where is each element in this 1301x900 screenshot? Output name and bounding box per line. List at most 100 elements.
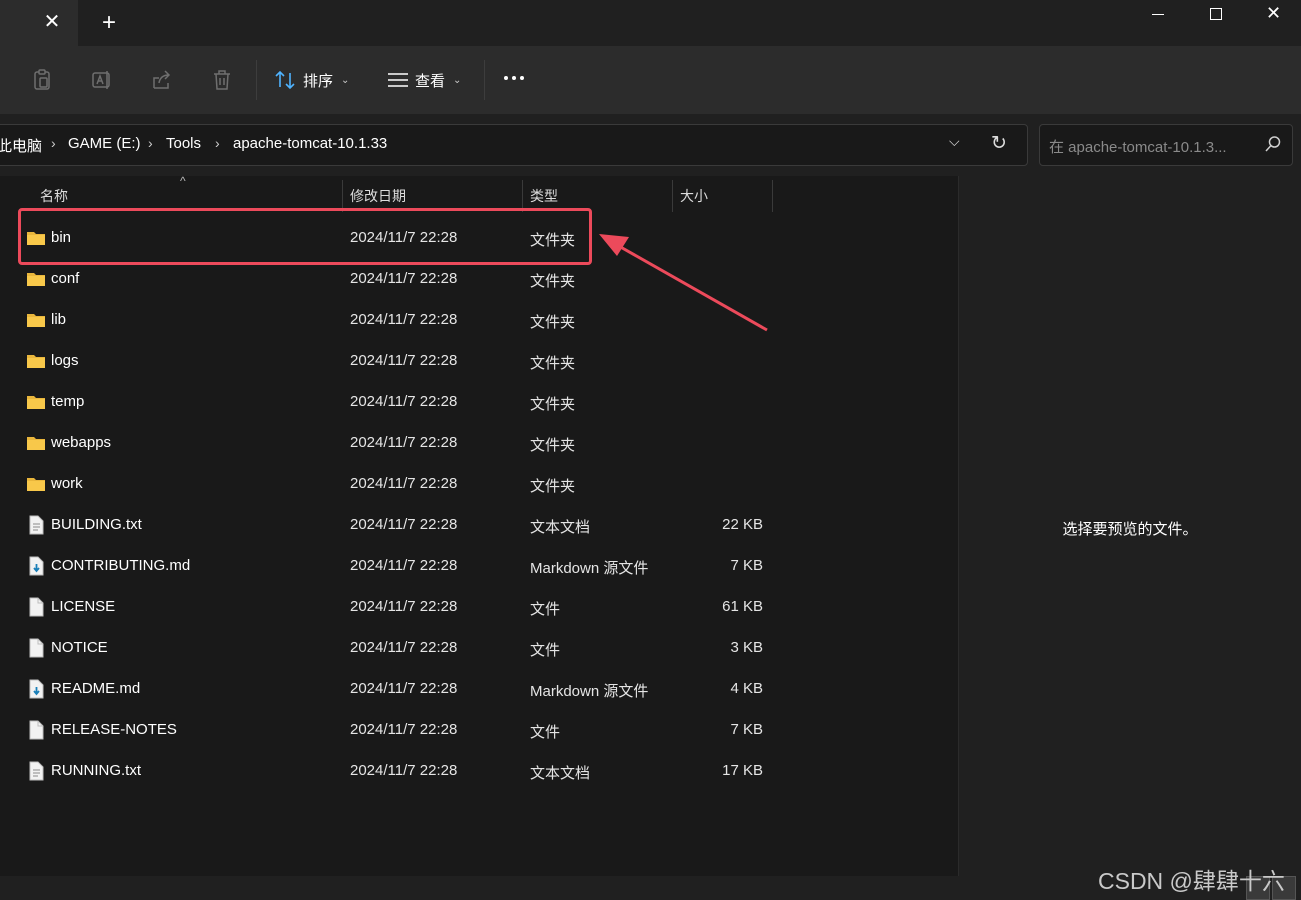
file-type: Markdown 源文件 xyxy=(530,560,649,577)
file-type: 文件 xyxy=(530,601,561,618)
column-header-name[interactable]: 名称 xyxy=(40,186,68,206)
file-type: 文件夹 xyxy=(530,355,576,372)
rename-icon[interactable] xyxy=(90,68,114,92)
file-row[interactable]: RELEASE-NOTES 2024/11/7 22:28 文件 7 KB xyxy=(0,709,958,750)
more-options-button[interactable] xyxy=(504,76,524,80)
file-date: 2024/11/7 22:28 xyxy=(350,680,458,697)
watermark-text: CSDN @肆肆十六 xyxy=(1098,868,1285,894)
file-date: 2024/11/7 22:28 xyxy=(350,762,458,779)
column-header-size[interactable]: 大小 xyxy=(680,186,708,206)
file-row[interactable]: temp 2024/11/7 22:28 文件夹 xyxy=(0,381,958,422)
file-name: webapps xyxy=(51,434,112,451)
search-input[interactable]: 在 apache-tomcat-10.1.3... xyxy=(1039,124,1293,166)
highlight-box xyxy=(18,208,592,265)
file-name: BUILDING.txt xyxy=(51,516,142,533)
preview-pane: 选择要预览的文件。 xyxy=(959,176,1301,876)
folder-icon xyxy=(27,273,45,286)
file-date: 2024/11/7 22:28 xyxy=(350,721,458,738)
file-type: 文本文档 xyxy=(530,765,591,782)
file-row[interactable]: README.md 2024/11/7 22:28 Markdown 源文件 4 KB xyxy=(0,668,958,709)
file-type: 文件夹 xyxy=(530,314,576,331)
delete-icon[interactable] xyxy=(210,68,234,92)
sort-button[interactable]: 排序 ⌄ xyxy=(275,66,349,94)
file-type: 文件 xyxy=(530,724,561,741)
file-date: 2024/11/7 22:28 xyxy=(350,352,458,369)
minimize-icon xyxy=(1152,14,1164,15)
refresh-icon[interactable]: ↻ xyxy=(991,132,1007,155)
chevron-down-icon: ⌄ xyxy=(341,74,350,86)
address-row: 此电脑 › GAME (E:) › Tools › apache-tomcat-… xyxy=(0,114,1301,176)
chevron-right-icon[interactable]: › xyxy=(148,135,153,151)
breadcrumb-tools[interactable]: Tools xyxy=(166,135,201,152)
breadcrumb-this-pc[interactable]: 此电脑 xyxy=(0,135,42,156)
file-row[interactable]: NOTICE 2024/11/7 22:28 文件 3 KB xyxy=(0,627,958,668)
folder-icon xyxy=(27,478,45,491)
maximize-button[interactable] xyxy=(1186,0,1244,30)
chevron-right-icon[interactable]: › xyxy=(215,135,220,151)
file-row[interactable]: CONTRIBUTING.md 2024/11/7 22:28 Markdown 源… xyxy=(0,545,958,586)
file-date: 2024/11/7 22:28 xyxy=(350,475,458,492)
view-icon xyxy=(388,73,408,87)
column-header-type[interactable]: 类型 xyxy=(530,186,558,206)
column-divider[interactable] xyxy=(672,180,673,212)
search-icon[interactable] xyxy=(1264,135,1282,153)
file-name: NOTICE xyxy=(51,639,108,656)
file-size: 7 KB xyxy=(730,721,763,738)
chevron-right-icon[interactable]: › xyxy=(51,135,56,151)
file-name: RELEASE-NOTES xyxy=(51,721,177,738)
paste-icon[interactable] xyxy=(30,68,54,92)
file-row[interactable]: LICENSE 2024/11/7 22:28 文件 61 KB xyxy=(0,586,958,627)
file-row[interactable]: lib 2024/11/7 22:28 文件夹 xyxy=(0,299,958,340)
command-bar: 排序 ⌄ 查看 ⌄ xyxy=(0,46,1301,114)
file-size: 4 KB xyxy=(730,680,763,697)
file-row[interactable]: RUNNING.txt 2024/11/7 22:28 文本文档 17 KB xyxy=(0,750,958,791)
file-date: 2024/11/7 22:28 xyxy=(350,434,458,451)
file-name: conf xyxy=(51,270,80,287)
file-icon xyxy=(29,720,44,740)
file-type: 文件夹 xyxy=(530,396,576,413)
sort-ascending-icon: ^ xyxy=(180,174,186,188)
breadcrumb-current-folder[interactable]: apache-tomcat-10.1.33 xyxy=(233,135,387,152)
annotation-arrow xyxy=(599,234,768,332)
search-placeholder: 在 apache-tomcat-10.1.3... xyxy=(1049,139,1227,156)
file-size: 7 KB xyxy=(730,557,763,574)
folder-icon xyxy=(27,396,45,409)
file-date: 2024/11/7 22:28 xyxy=(350,557,458,574)
file-type: Markdown 源文件 xyxy=(530,683,649,700)
file-size: 3 KB xyxy=(730,639,763,656)
file-row[interactable]: webapps 2024/11/7 22:28 文件夹 xyxy=(0,422,958,463)
file-name: CONTRIBUTING.md xyxy=(51,557,191,574)
column-header-date[interactable]: 修改日期 xyxy=(350,186,406,206)
minimize-button[interactable] xyxy=(1128,0,1186,30)
file-name: temp xyxy=(51,393,85,410)
file-row[interactable]: work 2024/11/7 22:28 文件夹 xyxy=(0,463,958,504)
markdown-file-icon xyxy=(29,556,44,576)
address-bar[interactable]: 此电脑 › GAME (E:) › Tools › apache-tomcat-… xyxy=(0,124,1028,166)
folder-icon xyxy=(27,314,45,327)
chevron-down-icon[interactable]: ⌵ xyxy=(949,133,960,150)
folder-icon xyxy=(27,355,45,368)
file-row[interactable]: BUILDING.txt 2024/11/7 22:28 文本文档 22 KB xyxy=(0,504,958,545)
file-name: LICENSE xyxy=(51,598,116,615)
column-divider[interactable] xyxy=(772,180,773,212)
file-name: logs xyxy=(51,352,79,369)
file-type: 文件夹 xyxy=(530,437,576,454)
file-date: 2024/11/7 22:28 xyxy=(350,311,458,328)
view-button[interactable]: 查看 ⌄ xyxy=(387,66,461,94)
sort-icon xyxy=(275,70,295,90)
file-icon xyxy=(29,597,44,617)
file-date: 2024/11/7 22:28 xyxy=(350,598,458,615)
share-icon[interactable] xyxy=(150,68,174,92)
close-tab-button[interactable]: ✕ xyxy=(42,12,62,32)
explorer-tab[interactable]: ✕ xyxy=(0,0,78,46)
preview-placeholder-text: 选择要预览的文件。 xyxy=(1062,521,1198,538)
file-date: 2024/11/7 22:28 xyxy=(350,270,458,287)
file-type: 文本文档 xyxy=(530,519,591,536)
file-name: lib xyxy=(51,311,67,328)
file-type: 文件夹 xyxy=(530,273,576,290)
file-row[interactable]: logs 2024/11/7 22:28 文件夹 xyxy=(0,340,958,381)
breadcrumb-drive[interactable]: GAME (E:) xyxy=(68,135,141,152)
toolbar-separator xyxy=(484,60,485,100)
close-window-button[interactable]: ✕ xyxy=(1244,0,1301,30)
new-tab-button[interactable]: + xyxy=(98,11,120,35)
